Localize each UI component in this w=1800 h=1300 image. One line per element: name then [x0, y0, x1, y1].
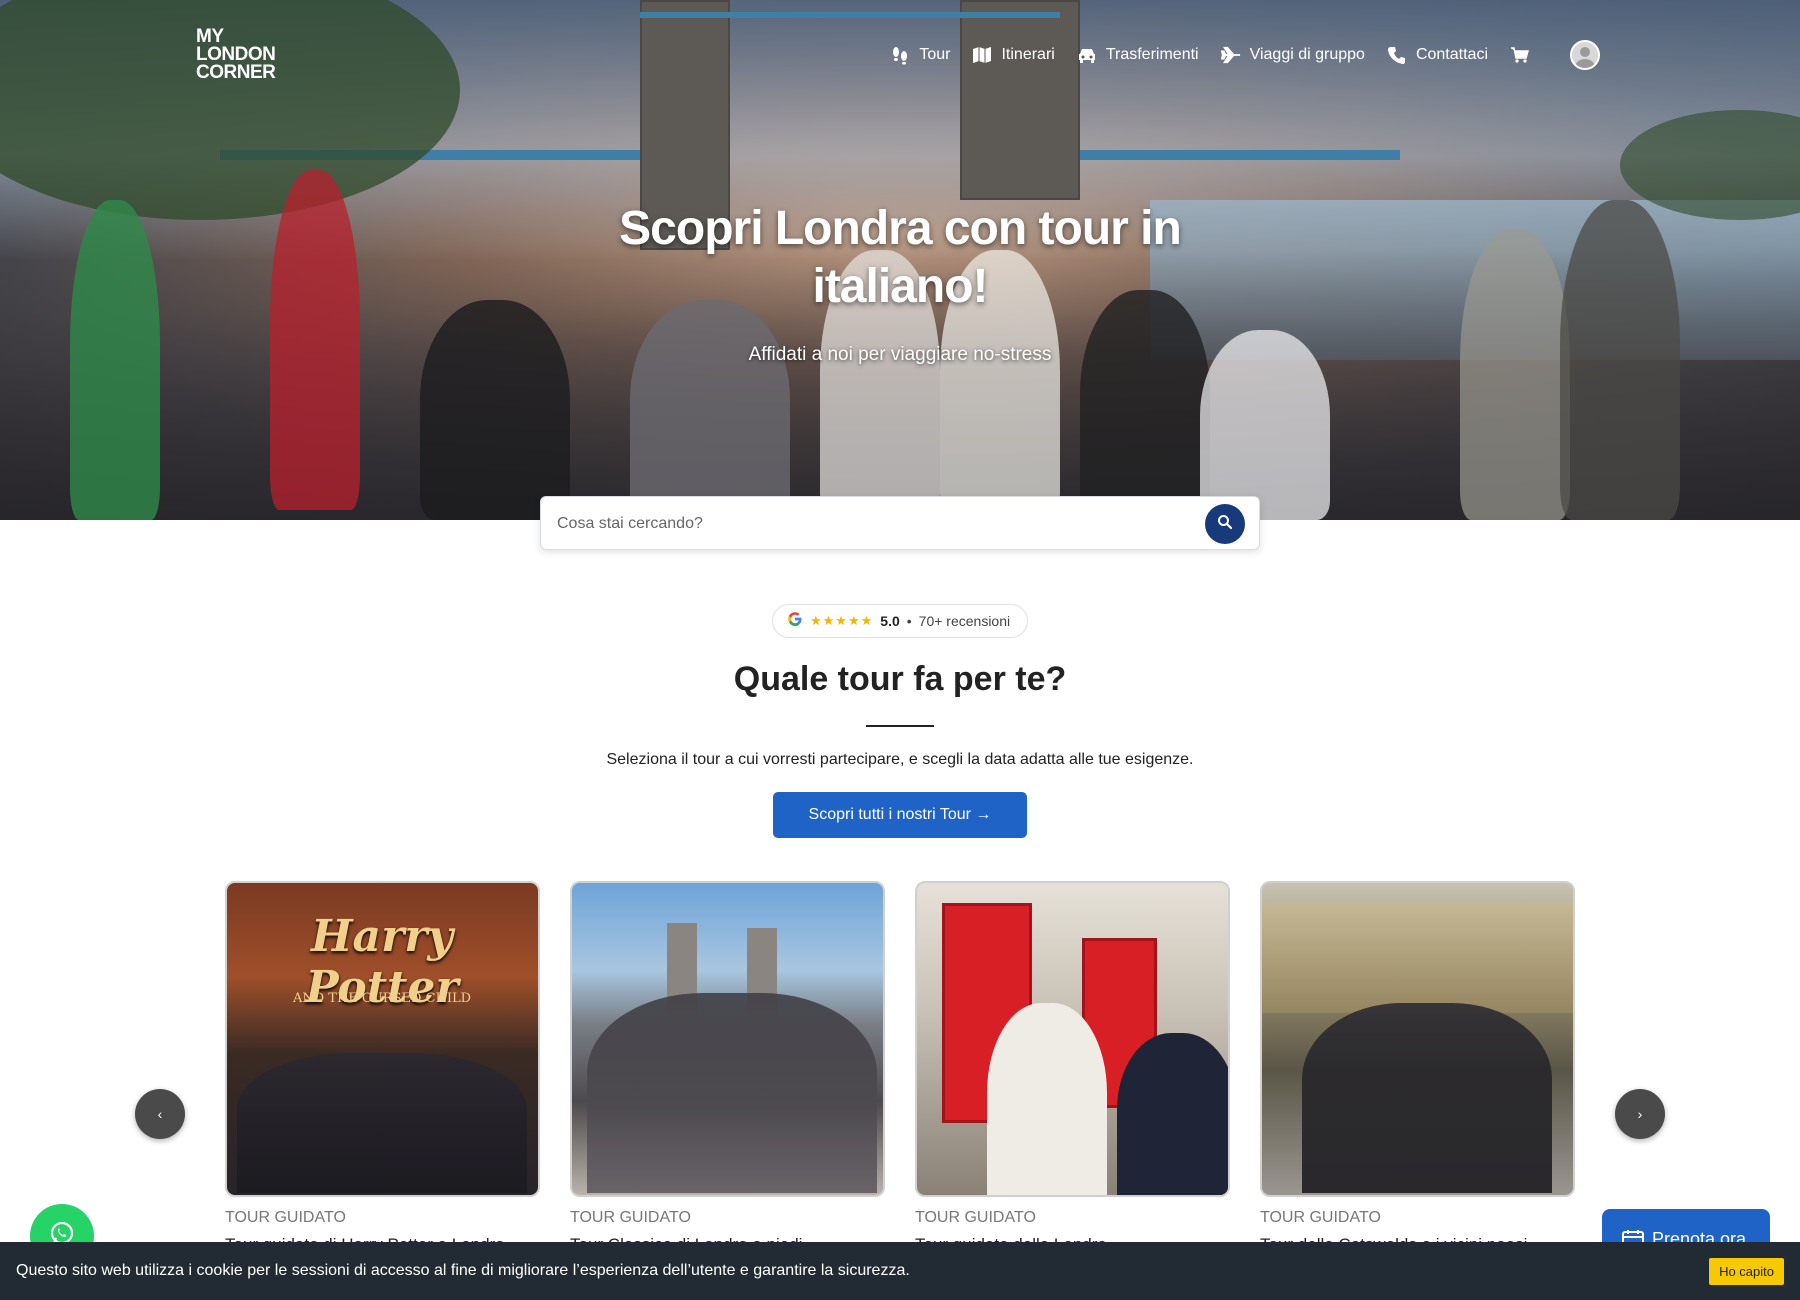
section-title: Quale tour fa per te?	[733, 660, 1067, 698]
hero-person	[1200, 330, 1330, 520]
hero-person	[630, 300, 790, 520]
nav-item-itinerari[interactable]: Itinerari	[972, 45, 1055, 65]
nav-label-viaggi-di-gruppo: Viaggi di gruppo	[1249, 46, 1365, 63]
section-divider	[866, 725, 934, 727]
hero-person	[270, 170, 360, 510]
main-navigation: Tour Itinerari Trasferimenti Viaggi di g…	[890, 40, 1600, 70]
hero-person	[1080, 290, 1210, 520]
nav-item-trasferimenti[interactable]: Trasferimenti	[1077, 45, 1199, 65]
cookie-banner: Questo sito web utilizza i cookie per le…	[0, 1242, 1800, 1300]
card-group	[1302, 1003, 1552, 1193]
phone-icon	[1387, 45, 1407, 65]
card-sign-sub: AND THE CURSED CHILD	[292, 991, 472, 1006]
rating-score: 5.0	[880, 613, 900, 629]
hero-bridge-tower-right	[960, 0, 1080, 200]
nav-item-tour[interactable]: Tour	[890, 45, 950, 65]
hero-title: Scopri Londra con tour in italiano!	[619, 202, 1182, 313]
nav-item-viaggi-di-gruppo[interactable]: Viaggi di gruppo	[1220, 45, 1365, 65]
logo-line-3: CORNER	[196, 62, 276, 83]
tour-card-image	[1260, 881, 1575, 1197]
tour-card-category: TOUR GUIDATO	[915, 1209, 1036, 1226]
tour-card[interactable]: TOUR GUIDATO Tour guidato della Londra	[915, 881, 1230, 1249]
tour-card-category: TOUR GUIDATO	[1260, 1209, 1381, 1226]
search-bar	[540, 496, 1260, 550]
nav-label-trasferimenti: Trasferimenti	[1105, 46, 1199, 63]
card-group	[237, 1053, 527, 1193]
plane-icon	[1220, 45, 1241, 65]
tour-card[interactable]: Harry Potter AND THE CURSED CHILD TOUR G…	[225, 881, 540, 1249]
tour-card-image	[915, 881, 1230, 1197]
rating-separator: •	[906, 613, 912, 629]
cookie-accept-button[interactable]: Ho capito	[1709, 1257, 1784, 1285]
tour-card-category: TOUR GUIDATO	[570, 1209, 691, 1226]
google-icon	[787, 611, 803, 632]
cart-icon	[1510, 45, 1530, 65]
rating-reviews-count: 70+ recensioni	[918, 613, 1011, 629]
hero-bridge-span-right	[1080, 150, 1400, 160]
carousel-next-button[interactable]: ›	[1615, 1089, 1665, 1139]
site-logo[interactable]: MY LONDON CORNER	[196, 27, 276, 83]
rating-stars: ★★★★★	[810, 613, 874, 628]
google-rating-badge[interactable]: ★★★★★ 5.0 • 70+ recensioni	[772, 604, 1028, 638]
map-icon	[972, 45, 992, 65]
card-person	[1117, 1033, 1228, 1195]
search-button[interactable]	[1205, 504, 1245, 544]
nav-label-itinerari: Itinerari	[1001, 46, 1055, 63]
cookie-text: Questo sito web utilizza i cookie per le…	[16, 1262, 910, 1279]
tour-card-image: Harry Potter AND THE CURSED CHILD	[225, 881, 540, 1197]
user-avatar-icon[interactable]	[1570, 40, 1600, 70]
tour-card[interactable]: TOUR GUIDATO Tour Classico di Londra a p…	[570, 881, 885, 1249]
hero-person	[1460, 230, 1570, 520]
hero-subtitle: Affidati a noi per viaggiare no-stress	[748, 344, 1052, 365]
car-icon	[1077, 45, 1097, 65]
nav-label-tour: Tour	[919, 46, 951, 63]
tour-card-category: TOUR GUIDATO	[225, 1209, 346, 1226]
tour-card-image	[570, 881, 885, 1197]
carousel-prev-button[interactable]: ‹	[135, 1089, 185, 1139]
hero-bridge-walkway	[640, 12, 1060, 18]
section-description: Seleziona il tour a cui vorresti parteci…	[606, 751, 1194, 768]
cart-button[interactable]	[1510, 45, 1530, 65]
hero-person	[1560, 200, 1680, 520]
card-person	[987, 1003, 1107, 1195]
hero-person	[70, 200, 160, 520]
hero-person	[420, 300, 570, 520]
nav-label-contattaci: Contattaci	[1415, 46, 1488, 63]
all-tours-button[interactable]: Scopri tutti i nostri Tour →	[773, 792, 1027, 838]
nav-item-contattaci[interactable]: Contattaci	[1387, 45, 1488, 65]
search-icon	[1217, 514, 1233, 535]
footsteps-icon	[890, 45, 910, 65]
search-input[interactable]	[557, 511, 1177, 537]
card-village	[1262, 903, 1573, 1013]
tour-card[interactable]: TOUR GUIDATO Tour delle Cotswolds e i vi…	[1260, 881, 1575, 1249]
card-group	[587, 993, 877, 1193]
